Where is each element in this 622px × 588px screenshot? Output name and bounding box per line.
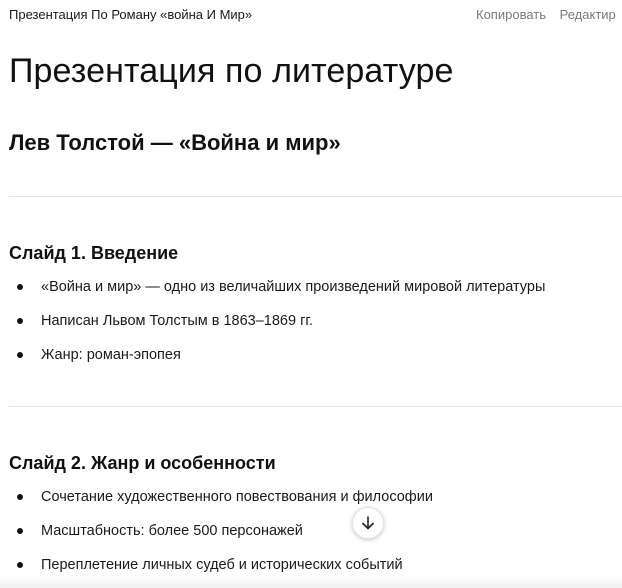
list-item-text: Сочетание художественного повествования … <box>41 489 433 505</box>
list-item: Сочетание художественного повествования … <box>9 486 619 520</box>
bullet-dot <box>17 494 23 500</box>
list-item: Жанр: роман-эпопея <box>9 344 619 378</box>
document-viewer: Презентация По Роману «война И Мир» Копи… <box>0 0 622 588</box>
slide-2-heading: Слайд 2. Жанр и особенности <box>9 453 276 473</box>
list-item-text: Переплетение личных судеб и исторических… <box>41 557 403 573</box>
slide-1-heading: Слайд 1. Введение <box>9 243 179 263</box>
section-divider <box>9 196 622 197</box>
copy-button[interactable]: Копировать <box>476 7 546 22</box>
slide-1-bullets: «Война и мир» — одно из величайших произ… <box>9 276 619 378</box>
list-item: «Война и мир» — одно из величайших произ… <box>9 276 619 310</box>
edit-button[interactable]: Редактир <box>560 7 616 22</box>
section-divider <box>9 406 622 407</box>
document-name: Презентация По Роману «война И Мир» <box>9 7 253 22</box>
arrow-down-icon <box>362 516 374 530</box>
list-item-text: Написан Львом Толстым в 1863–1869 гг. <box>41 313 313 329</box>
list-item-text: Масштабность: более 500 персонажей <box>41 523 303 539</box>
slide-2-bullets: Сочетание художественного повествования … <box>9 486 619 588</box>
top-bar: Презентация По Роману «война И Мир» Копи… <box>0 0 622 30</box>
list-item: Переплетение личных судеб и исторических… <box>9 554 619 588</box>
list-item: Масштабность: более 500 персонажей <box>9 520 619 554</box>
bullet-dot <box>17 352 23 358</box>
list-item-text: Жанр: роман-эпопея <box>41 347 181 363</box>
bullet-dot <box>17 318 23 324</box>
list-item-text: «Война и мир» — одно из величайших произ… <box>41 279 546 295</box>
bullet-dot <box>17 562 23 568</box>
list-item: Написан Львом Толстым в 1863–1869 гг. <box>9 310 619 344</box>
bullet-dot <box>17 528 23 534</box>
page-title: Презентация по литературе <box>9 52 454 90</box>
scroll-down-button[interactable] <box>352 507 384 539</box>
top-actions: Копировать Редактир <box>476 7 616 22</box>
bullet-dot <box>17 284 23 290</box>
page-subtitle: Лев Толстой — «Война и мир» <box>9 130 341 155</box>
